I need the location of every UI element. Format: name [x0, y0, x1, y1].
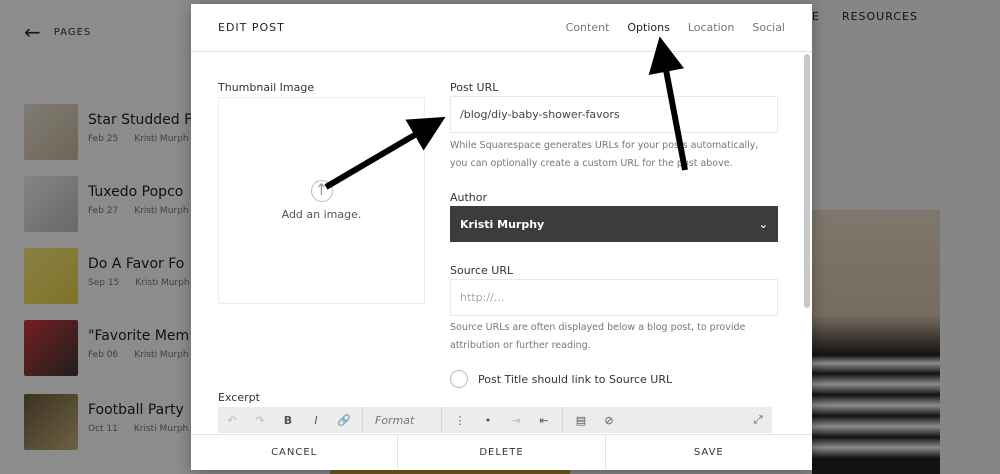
- author-select[interactable]: Kristi Murphy ⌄: [450, 206, 778, 242]
- link-to-source-option[interactable]: Post Title should link to Source URL: [450, 370, 672, 388]
- excerpt-editor-toolbar: ↶ ↷ B I 🔗 Format ⋮ • ⇥ ⇤ ▤ ⊘ ⤢: [218, 407, 772, 433]
- post-url-label: Post URL: [450, 81, 499, 94]
- help-text: you can optionally create a custom URL f…: [450, 158, 733, 169]
- source-url-help: Source URLs are often displayed below a …: [450, 319, 745, 355]
- italic-icon[interactable]: I: [302, 414, 330, 427]
- help-text: While Squarespace generates URLs for you…: [450, 140, 759, 151]
- help-text: Source URLs are often displayed below a …: [450, 322, 746, 333]
- post-url-help: While Squarespace generates URLs for you…: [450, 137, 758, 173]
- dialog-scrollbar[interactable]: [804, 54, 810, 308]
- bold-icon[interactable]: B: [274, 414, 302, 427]
- outdent-icon[interactable]: ⇤: [530, 414, 558, 427]
- add-image-text: Add an image.: [281, 208, 362, 221]
- excerpt-label: Excerpt: [218, 391, 260, 404]
- paste-icon[interactable]: ▤: [567, 414, 595, 427]
- chevron-down-icon: ⌄: [758, 217, 768, 231]
- dialog-header: EDIT POST Content Options Location Socia…: [191, 4, 812, 52]
- save-button[interactable]: SAVE: [606, 435, 812, 470]
- redo-icon[interactable]: ↷: [246, 414, 274, 427]
- toolbar-divider: [362, 407, 363, 433]
- edit-post-dialog: EDIT POST Content Options Location Socia…: [191, 4, 812, 470]
- author-selected-value: Kristi Murphy: [460, 217, 545, 231]
- numbered-list-icon[interactable]: ⋮: [446, 414, 474, 427]
- thumbnail-dropzone[interactable]: ↑ Add an image.: [218, 97, 425, 304]
- post-url-input[interactable]: /blog/diy-baby-shower-favors: [450, 96, 778, 133]
- delete-button[interactable]: DELETE: [398, 435, 606, 470]
- source-url-label: Source URL: [450, 264, 514, 277]
- upload-icon: ↑: [310, 180, 333, 202]
- tab-location[interactable]: Location: [688, 21, 735, 34]
- tab-content[interactable]: Content: [566, 21, 610, 34]
- undo-icon[interactable]: ↶: [218, 414, 246, 427]
- bulleted-list-icon[interactable]: •: [474, 414, 502, 427]
- indent-icon[interactable]: ⇥: [502, 414, 530, 427]
- clear-format-icon[interactable]: ⊘: [595, 414, 623, 427]
- thumbnail-label: Thumbnail Image: [218, 81, 315, 94]
- dialog-title: EDIT POST: [218, 21, 285, 34]
- link-icon[interactable]: 🔗: [330, 414, 358, 427]
- format-dropdown[interactable]: Format: [367, 414, 437, 427]
- toolbar-divider: [562, 407, 563, 433]
- help-text: attribution or further reading.: [450, 340, 591, 351]
- cancel-button[interactable]: CANCEL: [191, 435, 399, 470]
- expand-icon[interactable]: ⤢: [744, 413, 772, 427]
- link-to-source-label: Post Title should link to Source URL: [478, 372, 673, 386]
- author-label: Author: [450, 191, 488, 204]
- toolbar-divider: [441, 407, 442, 433]
- source-url-input[interactable]: http://...: [450, 279, 778, 316]
- dialog-footer: CANCEL DELETE SAVE: [191, 434, 812, 470]
- options-panel: Thumbnail Image ↑ Add an image. Post URL…: [191, 53, 812, 433]
- tab-social[interactable]: Social: [752, 21, 785, 34]
- radio-button[interactable]: [450, 370, 468, 388]
- dialog-tabs: Content Options Location Social: [566, 21, 785, 34]
- tab-options[interactable]: Options: [627, 21, 669, 34]
